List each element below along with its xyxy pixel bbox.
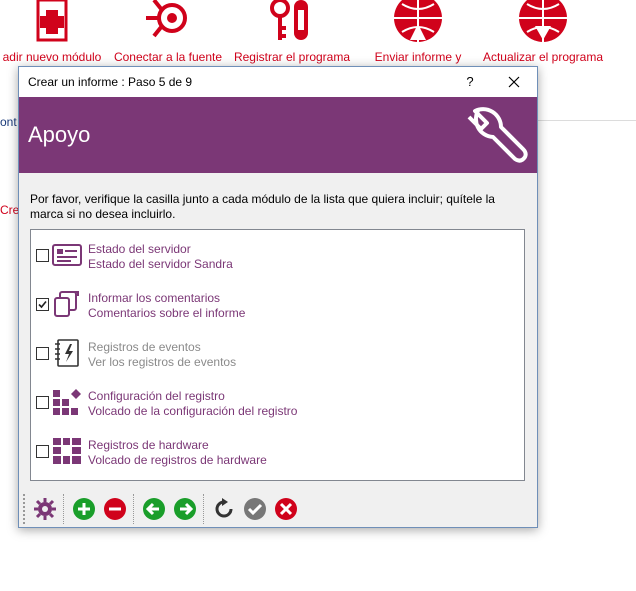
module-title: Registros de eventos [88, 340, 201, 354]
ribbon-add-module[interactable]: adir nuevo módulo [0, 0, 112, 64]
background-text-fragment: ont [0, 115, 17, 129]
module-description: Volcado de la configuración del registro [88, 404, 298, 418]
event-log-icon [55, 339, 79, 367]
refresh-button[interactable] [212, 497, 236, 521]
register-key-icon [270, 0, 308, 40]
ribbon-label: Conectar a la fuente [113, 50, 223, 64]
first-aid-kit-icon [36, 0, 68, 42]
wrench-icon [467, 107, 528, 163]
close-button[interactable] [497, 71, 531, 93]
next-icon [174, 498, 196, 520]
step-banner: Apoyo [19, 97, 537, 173]
ribbon-label: Registrar el programa [233, 50, 351, 64]
step-title: Apoyo [28, 122, 91, 147]
module-title: Informar los comentarios [88, 291, 221, 305]
module-checkbox[interactable] [36, 249, 49, 262]
ok-check-icon [244, 498, 266, 520]
back-button[interactable] [142, 497, 166, 521]
refresh-icon [215, 498, 233, 518]
toolbar-grip[interactable] [23, 494, 26, 524]
module-description: Ver los registros de eventos [88, 355, 237, 369]
back-icon [143, 498, 165, 520]
ribbon-label: Actualizar el programa [482, 50, 604, 64]
ribbon-label: Enviar informe y [374, 50, 462, 64]
update-globe-icon [519, 0, 567, 42]
wizard-toolbar [23, 492, 533, 526]
toolbar-separator [63, 494, 64, 524]
create-report-dialog: Crear un informe : Paso 5 de 9 ? Apoyo P… [18, 66, 538, 528]
remove-button[interactable] [103, 497, 127, 521]
settings-gear-icon [34, 498, 56, 520]
server-status-icon [52, 244, 82, 266]
instructions-text: Por favor, verifique la casilla junto a … [30, 192, 495, 221]
settings-button[interactable] [33, 497, 57, 521]
dialog-titlebar[interactable]: Crear un informe : Paso 5 de 9 ? [19, 67, 537, 97]
divider [538, 120, 636, 121]
module-description: Estado del servidor Sandra [88, 257, 233, 271]
dialog-title: Crear un informe : Paso 5 de 9 [28, 75, 193, 89]
module-checkbox[interactable] [36, 396, 49, 409]
ribbon-connect-source[interactable]: Conectar a la fuente [110, 0, 226, 64]
module-checkbox[interactable] [36, 298, 49, 311]
help-button[interactable]: ? [455, 71, 485, 93]
ribbon-update[interactable]: Actualizar el programa [480, 0, 606, 64]
next-button[interactable] [173, 497, 197, 521]
module-row-event-log[interactable]: Registros de eventos Ver los registros d… [31, 328, 524, 377]
checkmark-icon [38, 300, 47, 309]
toolbar-separator [133, 494, 134, 524]
connect-icon [146, 0, 187, 38]
hardware-registers-icon [53, 438, 81, 464]
module-description: Comentarios sobre el informe [88, 306, 246, 320]
ok-button[interactable] [243, 497, 267, 521]
ribbon-register[interactable]: Registrar el programa [233, 0, 351, 64]
module-description: Volcado de registros de hardware [88, 453, 267, 467]
send-globe-icon [394, 0, 442, 42]
report-comments-icon [54, 291, 79, 317]
close-icon [508, 76, 520, 88]
module-row-hardware-registers[interactable]: Registros de hardware Volcado de registr… [31, 426, 524, 475]
cancel-icon [275, 498, 297, 520]
module-row-server-status[interactable]: Estado del servidor Estado del servidor … [31, 230, 524, 279]
module-row-report-comments[interactable]: Informar los comentarios Comentarios sob… [31, 279, 524, 328]
registry-config-icon [53, 389, 81, 415]
ribbon-label: adir nuevo módulo [2, 50, 102, 64]
module-checkbox[interactable] [36, 445, 49, 458]
module-row-registry-config[interactable]: Configuración del registro Volcado de la… [31, 377, 524, 426]
ribbon-send-report[interactable]: Enviar informe y [370, 0, 466, 64]
toolbar-separator [203, 494, 204, 524]
cancel-button[interactable] [274, 497, 298, 521]
add-button[interactable] [72, 497, 96, 521]
module-title: Registros de hardware [88, 438, 209, 452]
remove-icon [104, 498, 126, 520]
module-title: Configuración del registro [88, 389, 225, 403]
module-checkbox[interactable] [36, 347, 49, 360]
background-window: adir nuevo módulo Conectar a la fuente R… [0, 0, 636, 591]
module-title: Estado del servidor [88, 242, 191, 256]
add-icon [73, 498, 95, 520]
module-list: Estado del servidor Estado del servidor … [30, 229, 525, 481]
